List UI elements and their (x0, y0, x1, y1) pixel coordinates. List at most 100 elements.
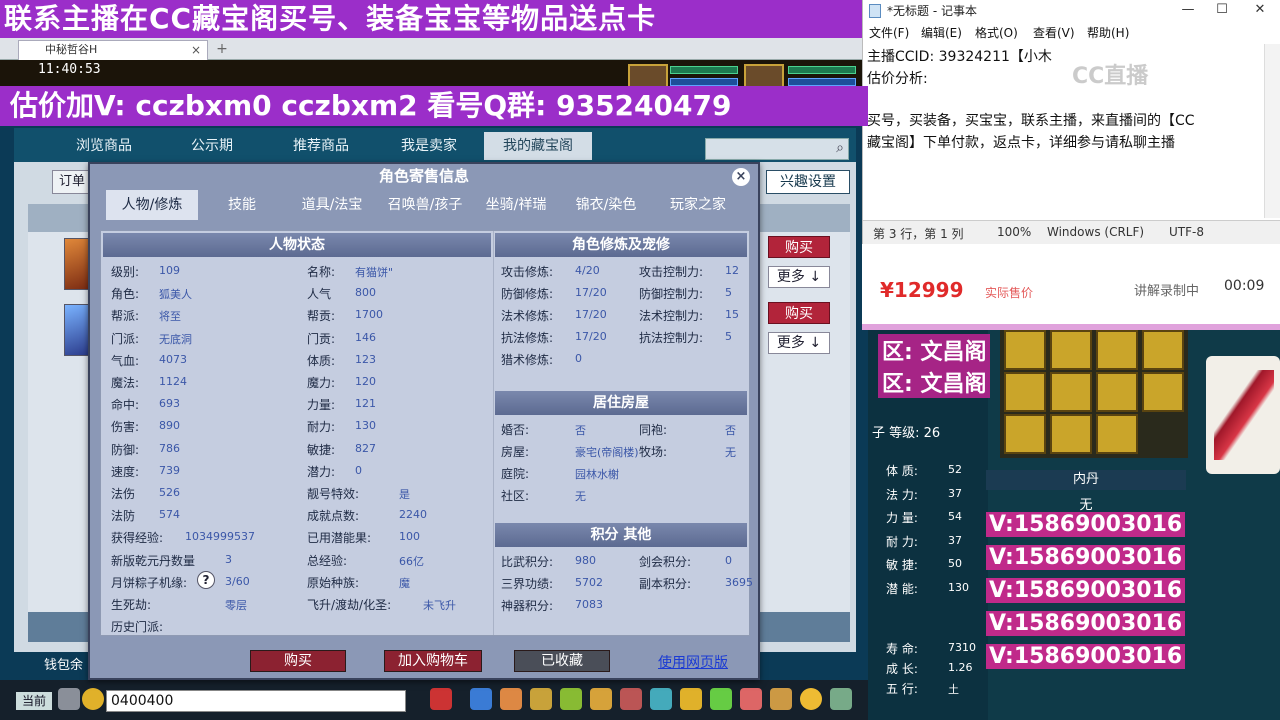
add-to-cart-button[interactable]: 加入购物车 (384, 650, 482, 672)
help-icon[interactable]: ? (197, 571, 215, 589)
stat-label: 伤害: (111, 420, 140, 435)
interest-settings-button[interactable]: 兴趣设置 (766, 170, 850, 194)
skill-icon[interactable] (1004, 330, 1046, 370)
skill-icon[interactable] (1142, 330, 1184, 370)
stat-value: 零层 (225, 599, 247, 612)
menu-help[interactable]: 帮助(H) (1087, 24, 1129, 41)
toolbar-icon[interactable] (530, 688, 552, 710)
toolbar-icon[interactable] (560, 688, 582, 710)
stat-value: 3 (225, 552, 232, 566)
tab-seller[interactable]: 我是卖家 (384, 132, 474, 160)
tab-character[interactable]: 人物/修炼 (106, 190, 198, 220)
skill-icon[interactable] (1004, 372, 1046, 412)
contact-number: V:15869003016 (986, 644, 1186, 669)
search-icon[interactable]: ⌕ (836, 140, 844, 156)
stat-value: 有猫饼" (355, 266, 394, 279)
stat-label: 生死劫: (111, 598, 152, 612)
notepad-scrollbar[interactable] (1264, 44, 1280, 218)
tab-my-cbg[interactable]: 我的藏宝阁 (484, 132, 592, 160)
points-value: 5702 (575, 576, 603, 589)
tab-outfits[interactable]: 锦衣/染色 (562, 190, 650, 220)
new-tab-icon[interactable]: + (212, 40, 232, 58)
toolbar-icon[interactable] (620, 688, 642, 710)
buy-button[interactable]: 购买 (250, 650, 346, 672)
maximize-icon[interactable]: ☐ (1207, 0, 1237, 22)
skill-icon[interactable] (1050, 414, 1092, 454)
housing-value: 否 (725, 424, 736, 437)
game-bottom-bar: 当前 0400400 (0, 680, 868, 720)
emoji-icon[interactable] (82, 688, 104, 710)
notepad-line[interactable]: 主播CCID: 39324211【小木 (867, 46, 1052, 66)
pet-stat-label: 体 质: (886, 464, 918, 478)
stat-value: 0 (355, 463, 362, 477)
stat-label: 敏捷: (307, 442, 336, 457)
toolbar-icon[interactable] (800, 688, 822, 710)
menu-view[interactable]: 查看(V) (1033, 24, 1075, 41)
mic-icon[interactable] (58, 688, 80, 710)
skill-icon[interactable] (1050, 330, 1092, 370)
menu-file[interactable]: 文件(F) (869, 24, 909, 41)
tab-recommend[interactable]: 推荐商品 (272, 132, 370, 160)
tab-skills[interactable]: 技能 (200, 190, 284, 220)
notepad-line[interactable]: 估价分析: (867, 68, 928, 88)
toolbar-icon[interactable] (590, 688, 612, 710)
cultivation-value: 0 (575, 352, 582, 365)
skill-icon[interactable] (1004, 414, 1046, 454)
toolbar-icon[interactable] (830, 688, 852, 710)
listing-more-button[interactable]: 更多 ↓ (768, 266, 830, 288)
toolbar-icon[interactable] (470, 688, 492, 710)
toolbar-icon[interactable] (680, 688, 702, 710)
close-icon[interactable]: × (732, 168, 750, 186)
stat-value: 100 (399, 530, 420, 544)
skill-icon[interactable] (1096, 330, 1138, 370)
stat-value: 将至 (159, 310, 181, 324)
menu-format[interactable]: 格式(O) (975, 24, 1018, 41)
stat-value: 121 (355, 397, 376, 411)
status-eol: Windows (CRLF) (1047, 225, 1145, 239)
chat-input[interactable]: 0400400 (106, 690, 406, 712)
tab-mounts[interactable]: 坐骑/祥瑞 (472, 190, 560, 220)
skill-icon[interactable] (1096, 414, 1138, 454)
skill-icon[interactable] (1050, 372, 1092, 412)
stat-value: 827 (355, 441, 376, 455)
tab-home[interactable]: 玩家之家 (652, 190, 744, 220)
stat-value: 146 (355, 330, 376, 344)
status-encoding: UTF-8 (1169, 225, 1204, 239)
pet-stat-value: 1.26 (948, 661, 973, 674)
chat-channel[interactable]: 当前 (16, 692, 52, 710)
menu-edit[interactable]: 编辑(E) (921, 24, 962, 41)
tab-pets[interactable]: 召唤兽/孩子 (380, 190, 470, 220)
shop-search-input[interactable]: ⌕ (705, 138, 849, 160)
notepad-line[interactable]: 藏宝阁】下单付款，返点卡，详细参与请私聊主播 (867, 132, 1175, 152)
product-price-card: ¥12999 实际售价 讲解录制中 00:09 (862, 244, 1280, 324)
tab-browse[interactable]: 浏览商品 (54, 132, 154, 160)
toolbar-icon[interactable] (650, 688, 672, 710)
stat-label: 魔力: (307, 376, 336, 390)
skill-icon[interactable] (1096, 372, 1138, 412)
close-icon[interactable]: ✕ (1245, 0, 1275, 22)
stat-label: 耐力: (307, 420, 336, 435)
toolbar-icon[interactable] (770, 688, 792, 710)
minimize-icon[interactable]: — (1173, 0, 1203, 22)
browser-tab[interactable]: 中秘哲谷H × (18, 40, 208, 60)
toolbar-icon[interactable] (430, 688, 452, 710)
stat-label: 历史门派: (111, 620, 164, 635)
tab-public[interactable]: 公示期 (172, 132, 252, 160)
skill-icon[interactable] (1142, 372, 1184, 412)
favorite-button[interactable]: 已收藏 (514, 650, 610, 672)
tab-items[interactable]: 道具/法宝 (286, 190, 378, 220)
pet-stat-label: 力 量: (886, 511, 918, 525)
notepad-line[interactable]: 买号，买装备，买宝宝，联系主播，来直播间的【CC (867, 110, 1195, 130)
stat-label: 速度: (111, 464, 140, 479)
web-version-link[interactable]: 使用网页版 (658, 652, 728, 672)
listing-more-button[interactable]: 更多 ↓ (768, 332, 830, 354)
toolbar-icon[interactable] (710, 688, 732, 710)
cultivation-label: 防御修炼: (501, 287, 554, 301)
toolbar-icon[interactable] (740, 688, 762, 710)
toolbar-icon[interactable] (500, 688, 522, 710)
listing-buy-button[interactable]: 购买 (768, 302, 830, 324)
points-value: 980 (575, 554, 596, 567)
stat-value: 狐美人 (159, 288, 192, 302)
tab-close-icon[interactable]: × (191, 41, 201, 59)
listing-buy-button[interactable]: 购买 (768, 236, 830, 258)
